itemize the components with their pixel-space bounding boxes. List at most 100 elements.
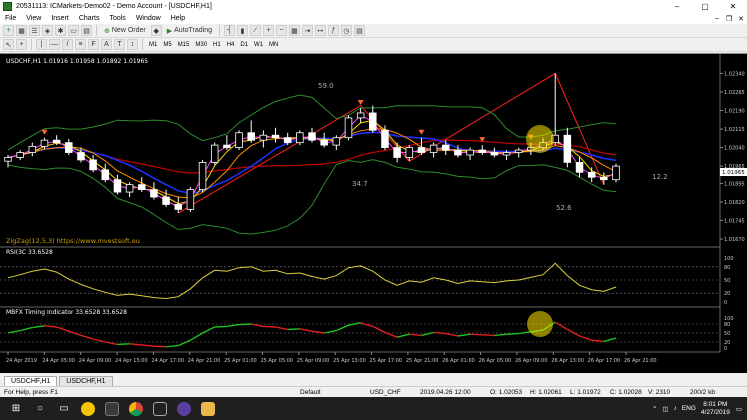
candle-body bbox=[125, 184, 134, 193]
taskbar: ⊞ ○ ▭ ⌃ ◫ ♪ ENG 8:01 PM 4/27/2019 ▭ bbox=[0, 397, 747, 420]
timeframe-m5[interactable]: M5 bbox=[160, 42, 174, 48]
candle-body bbox=[271, 134, 280, 139]
child-minimize-button[interactable]: – bbox=[711, 15, 723, 23]
tab-usdchf-h1-2[interactable]: USDCHF,H1 bbox=[59, 376, 113, 386]
tray-chevron-icon[interactable]: ⌃ bbox=[652, 405, 657, 413]
maximize-button[interactable]: ▢ bbox=[691, 2, 719, 11]
autoscroll-icon[interactable]: ⇥ bbox=[301, 25, 313, 36]
crosshair-icon[interactable]: + bbox=[16, 39, 27, 50]
search-icon[interactable]: ○ bbox=[32, 401, 48, 417]
timing-segment bbox=[92, 338, 106, 343]
price-tick-label: 1.01670 bbox=[724, 237, 745, 243]
timing-segment bbox=[129, 343, 142, 346]
arrows-icon[interactable]: ↕ bbox=[127, 39, 138, 50]
candle-body bbox=[575, 162, 584, 173]
new-chart-icon[interactable]: + bbox=[3, 25, 14, 36]
notifications-icon[interactable]: ▭ bbox=[736, 405, 742, 413]
chart-shift-icon[interactable]: ↦ bbox=[314, 25, 326, 36]
menu-view[interactable]: View bbox=[21, 15, 46, 22]
timing-segment bbox=[141, 344, 154, 347]
zoom-out-icon[interactable]: − bbox=[275, 25, 287, 36]
data-window-icon[interactable]: ◈ bbox=[42, 25, 53, 36]
bar-chart-icon[interactable]: ┤ bbox=[223, 25, 235, 36]
network-icon[interactable]: ◫ bbox=[662, 405, 668, 413]
menu-tools[interactable]: Tools bbox=[104, 15, 130, 22]
time-tick-label: 26 Apr 21:00 bbox=[624, 358, 657, 364]
terminal-icon[interactable]: ▭ bbox=[68, 25, 79, 36]
timeframe-mn[interactable]: MN bbox=[266, 42, 281, 48]
navigator-icon[interactable]: ✱ bbox=[55, 25, 66, 36]
minimize-button[interactable]: – bbox=[663, 2, 691, 11]
timing-segment bbox=[445, 332, 459, 337]
indicators-icon[interactable]: ƒ bbox=[327, 25, 339, 36]
candlestick-icon[interactable]: ▮ bbox=[236, 25, 248, 36]
menu-file[interactable]: File bbox=[0, 15, 21, 22]
tile-icon[interactable]: ▦ bbox=[288, 25, 300, 36]
trendline-icon[interactable]: / bbox=[62, 39, 73, 50]
status-traffic: 200/2 kb bbox=[690, 389, 715, 396]
candle-body bbox=[296, 132, 304, 144]
candle-body bbox=[478, 149, 486, 153]
clock[interactable]: 8:01 PM 4/27/2019 bbox=[701, 401, 730, 417]
volume-icon[interactable]: ♪ bbox=[674, 405, 677, 412]
close-button[interactable]: ✕ bbox=[719, 2, 747, 11]
timeframe-m15[interactable]: M15 bbox=[175, 42, 193, 48]
fibonacci-icon[interactable]: F bbox=[88, 39, 99, 50]
price-tick-label: 1.02115 bbox=[724, 127, 745, 133]
candle-body bbox=[429, 144, 438, 153]
price-tick-label: 1.01895 bbox=[724, 181, 745, 187]
profiles-icon[interactable]: ▦ bbox=[16, 25, 27, 36]
zoom-in-icon[interactable]: + bbox=[262, 25, 274, 36]
timing-pane: 1008050200 bbox=[0, 316, 734, 352]
templates-icon[interactable]: ▤ bbox=[353, 25, 365, 36]
cursor-icon[interactable]: ↖ bbox=[3, 39, 14, 50]
timeframe-w1[interactable]: W1 bbox=[251, 42, 266, 48]
autotrading-button[interactable]: ▶ AutoTrading bbox=[164, 25, 215, 36]
norton-icon[interactable] bbox=[80, 401, 96, 417]
metatrader-icon[interactable] bbox=[104, 401, 120, 417]
tab-usdchf-h1[interactable]: USDCHF,H1 bbox=[4, 376, 58, 386]
candle-body bbox=[28, 145, 37, 153]
strategy-tester-icon[interactable]: ▤ bbox=[81, 25, 92, 36]
media-icon[interactable] bbox=[152, 401, 168, 417]
explorer-icon[interactable] bbox=[200, 401, 216, 417]
chart-canvas[interactable]: USDCHF,H1 1.01916 1.01958 1.01892 1.0196… bbox=[0, 54, 747, 374]
text-icon[interactable]: A bbox=[101, 39, 112, 50]
time-axis: 24 Apr 2019 24 Apr 05:00 24 Apr 09:00 24 Ap… bbox=[6, 352, 657, 364]
menu-charts[interactable]: Charts bbox=[74, 15, 105, 22]
candle-body bbox=[89, 159, 97, 171]
child-restore-button[interactable]: ❐ bbox=[723, 15, 735, 23]
timeframe-m1[interactable]: M1 bbox=[146, 42, 160, 48]
menu-help[interactable]: Help bbox=[166, 15, 190, 22]
timeframe-d1[interactable]: D1 bbox=[237, 42, 251, 48]
chart-window[interactable]: USDCHF,H1 1.01916 1.01958 1.01892 1.0196… bbox=[0, 53, 747, 373]
timing-segment bbox=[19, 326, 33, 332]
periods-icon[interactable]: ◷ bbox=[340, 25, 352, 36]
candle-body bbox=[417, 147, 426, 153]
child-close-button[interactable]: ✕ bbox=[735, 15, 747, 23]
timing-segment bbox=[591, 339, 604, 343]
task-view-icon[interactable]: ▭ bbox=[56, 401, 72, 417]
candle-body bbox=[514, 149, 523, 153]
timing-segment bbox=[372, 325, 386, 334]
line-chart-icon[interactable]: ∕ bbox=[249, 25, 261, 36]
window-title: 20531113: ICMarkets-Demo02 - Demo Accoun… bbox=[16, 3, 212, 10]
new-order-button[interactable]: ⊕ New Order bbox=[101, 25, 149, 36]
metaeditor-icon[interactable]: ◆ bbox=[150, 25, 162, 36]
chrome-icon[interactable] bbox=[128, 401, 144, 417]
browser-icon[interactable] bbox=[176, 401, 192, 417]
market-watch-icon[interactable]: ☰ bbox=[29, 25, 40, 36]
menu-window[interactable]: Window bbox=[131, 15, 166, 22]
timing-segment bbox=[56, 326, 70, 332]
timeframe-h1[interactable]: H1 bbox=[210, 42, 224, 48]
timeframe-h4[interactable]: H4 bbox=[224, 42, 238, 48]
language-indicator[interactable]: ENG bbox=[682, 405, 696, 412]
menu-insert[interactable]: Insert bbox=[46, 15, 74, 22]
timeframe-m30[interactable]: M30 bbox=[192, 42, 210, 48]
channel-icon[interactable]: ≡ bbox=[75, 39, 86, 50]
windows-start-icon[interactable]: ⊞ bbox=[8, 401, 24, 417]
vertical-line-icon[interactable]: | bbox=[36, 39, 47, 50]
title-bar: 20531113: ICMarkets-Demo02 - Demo Accoun… bbox=[0, 0, 747, 13]
label-icon[interactable]: T bbox=[114, 39, 125, 50]
horizontal-line-icon[interactable]: — bbox=[49, 39, 60, 50]
